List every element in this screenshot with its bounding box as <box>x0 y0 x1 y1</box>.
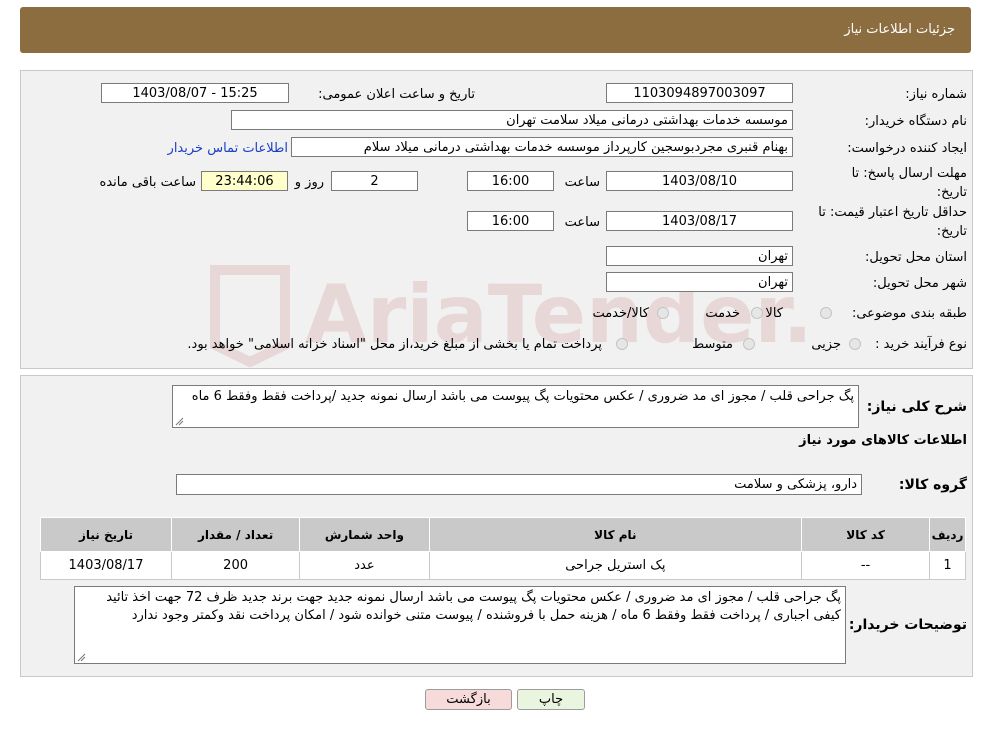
buyer-org-field[interactable]: موسسه خدمات بهداشتی درمانی میلاد سلامت ت… <box>231 110 793 130</box>
need-number-label: شماره نیاز: <box>905 87 967 102</box>
need-number-field[interactable]: 1103094897003097 <box>606 83 793 103</box>
goods-group-label: گروه کالا: <box>898 477 967 493</box>
reply-deadline-time-label: ساعت <box>564 175 600 190</box>
col-header-row-number: ردیف <box>929 517 966 552</box>
goods-table-header-row: ردیف کد کالا نام کالا واحد شمارش تعداد /… <box>40 517 966 552</box>
purchase-type-note: پرداخت تمام یا بخشی از مبلغ خرید،از محل … <box>187 337 602 352</box>
category-option-goods-service: کالا/خدمت <box>592 306 649 321</box>
requester-field[interactable]: بهنام قنبری مجردبوسجین کارپرداز موسسه خد… <box>291 137 793 157</box>
goods-section-title: اطلاعات کالاهای مورد نیاز <box>799 433 967 448</box>
summary-text: پگ جراحی قلب / مجوز ای مد ضروری / عکس مح… <box>191 389 854 404</box>
cell-code: -- <box>801 551 931 580</box>
category-radio-service[interactable] <box>751 307 763 319</box>
purchase-type-radio-medium[interactable] <box>743 338 755 350</box>
category-radio-goods[interactable] <box>820 307 832 319</box>
cell-unit: عدد <box>299 551 430 580</box>
reply-deadline-days-label: روز و <box>294 175 324 190</box>
summary-label: شرح کلی نیاز: <box>866 399 967 415</box>
remaining-time-label: ساعت باقی مانده <box>99 175 196 190</box>
col-header-date: تاریخ نیاز <box>40 517 172 552</box>
price-validity-time-label: ساعت <box>564 215 600 230</box>
buyer-contact-link[interactable]: اطلاعات تماس خریدار <box>168 141 288 156</box>
city-label: شهر محل تحویل: <box>872 276 967 291</box>
goods-group-field[interactable]: دارو، پزشکی و سلامت <box>176 474 862 495</box>
page-title: جزئیات اطلاعات نیاز <box>844 22 955 37</box>
reply-deadline-label-line1: مهلت ارسال پاسخ: تا <box>851 166 967 181</box>
col-header-code: کد کالا <box>801 517 931 552</box>
category-option-goods: کالا <box>765 306 783 321</box>
requester-label: ایجاد کننده درخواست: <box>847 141 967 156</box>
cell-name: پک استریل جراحی <box>428 551 803 580</box>
cell-row-number: 1 <box>929 551 966 580</box>
category-radio-goods-service[interactable] <box>657 307 669 319</box>
page-header: جزئیات اطلاعات نیاز <box>20 7 971 53</box>
purchase-type-option-minor: جزیی <box>811 337 841 352</box>
category-label: طبقه بندی موضوعی: <box>851 306 967 321</box>
price-validity-label-line2: تاریخ: <box>936 224 967 239</box>
table-row[interactable]: 1 -- پک استریل جراحی عدد 200 1403/08/17 <box>40 551 966 580</box>
buyer-notes-text: پگ جراحی قلب / مجوز ای مد ضروری / عکس مح… <box>106 590 841 623</box>
goods-table: ردیف کد کالا نام کالا واحد شمارش تعداد /… <box>40 517 966 580</box>
summary-textarea[interactable]: پگ جراحی قلب / مجوز ای مد ضروری / عکس مح… <box>172 385 859 428</box>
cell-date: 1403/08/17 <box>40 551 172 580</box>
buyer-notes-textarea[interactable]: پگ جراحی قلب / مجوز ای مد ضروری / عکس مح… <box>74 586 846 664</box>
category-option-service: خدمت <box>705 306 740 321</box>
price-validity-label-line1: حداقل تاریخ اعتبار قیمت: تا <box>818 205 967 220</box>
reply-deadline-label-line2: تاریخ: <box>936 185 967 200</box>
announce-datetime-label: تاریخ و ساعت اعلان عمومی: <box>318 87 475 102</box>
city-field[interactable]: تهران <box>606 272 793 292</box>
back-button[interactable]: بازگشت <box>425 689 512 710</box>
purchase-type-radio-treasury[interactable] <box>616 338 628 350</box>
remaining-time-field: 23:44:06 <box>201 171 288 191</box>
province-label: استان محل تحویل: <box>865 250 967 265</box>
col-header-qty: تعداد / مقدار <box>170 517 301 552</box>
purchase-type-radio-minor[interactable] <box>849 338 861 350</box>
reply-deadline-time-field[interactable]: 16:00 <box>467 171 554 191</box>
buyer-org-label: نام دستگاه خریدار: <box>864 114 967 129</box>
purchase-type-option-medium: متوسط <box>692 337 733 352</box>
col-header-unit: واحد شمارش <box>299 517 430 552</box>
price-validity-date-field[interactable]: 1403/08/17 <box>606 211 793 231</box>
reply-deadline-days-field[interactable]: 2 <box>331 171 418 191</box>
province-field[interactable]: تهران <box>606 246 793 266</box>
purchase-type-label: نوع فرآیند خرید : <box>875 337 967 352</box>
announce-datetime-field[interactable]: 1403/08/07 - 15:25 <box>101 83 289 103</box>
resize-grip-icon[interactable] <box>77 653 86 662</box>
col-header-name: نام کالا <box>428 517 803 552</box>
resize-grip-icon[interactable] <box>175 417 184 426</box>
print-button[interactable]: چاپ <box>517 689 585 710</box>
reply-deadline-date-field[interactable]: 1403/08/10 <box>606 171 793 191</box>
price-validity-time-field[interactable]: 16:00 <box>467 211 554 231</box>
buyer-notes-label: توضیحات خریدار: <box>848 617 967 633</box>
cell-qty: 200 <box>170 551 301 580</box>
